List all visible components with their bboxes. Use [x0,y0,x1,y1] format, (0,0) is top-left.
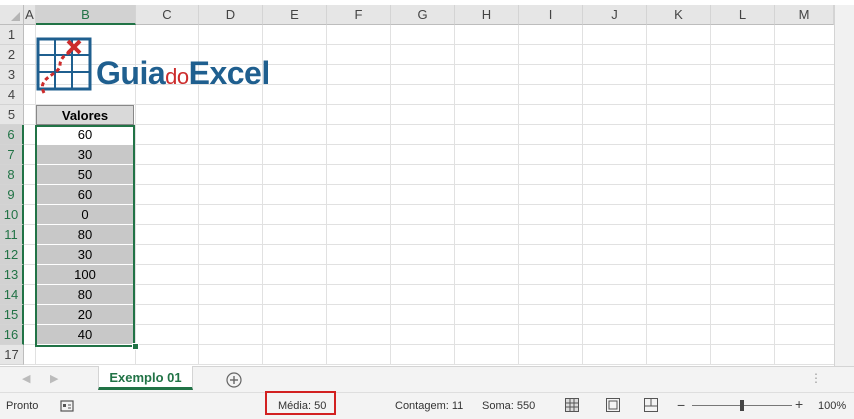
page-break-icon[interactable] [644,398,658,412]
logo-wordmark: GuiadoExcel [96,53,270,97]
status-ready: Pronto [6,400,39,412]
status-count[interactable]: Contagem: 11 [395,393,463,419]
add-sheet-icon[interactable] [226,372,242,388]
table-header-valores[interactable]: Valores [36,105,134,125]
gridline-horizontal [24,244,834,245]
zoom-out-icon[interactable]: − [677,397,685,413]
column-header-j[interactable]: J [583,5,647,25]
column-header-c[interactable]: C [136,5,199,25]
tab-options-icon[interactable]: ⋮ [810,371,822,385]
row-header-9[interactable]: 9 [0,185,24,205]
logo-icon [36,37,92,94]
zoom-slider-thumb[interactable] [740,400,744,411]
gridline-horizontal [24,144,834,145]
row-header-2[interactable]: 2 [0,45,24,65]
column-header-g[interactable]: G [391,5,455,25]
column-header-i[interactable]: I [519,5,583,25]
gridline-vertical [646,25,647,365]
gridline-horizontal [24,104,834,105]
row-header-12[interactable]: 12 [0,245,24,265]
gridline-vertical [390,25,391,365]
fill-handle[interactable] [132,343,139,350]
tab-scroll-right-icon[interactable]: ▶ [50,372,58,385]
column-header-h[interactable]: H [455,5,519,25]
page-layout-icon[interactable] [606,398,620,412]
gridline-horizontal [24,184,834,185]
column-header-k[interactable]: K [647,5,711,25]
gridline-vertical [582,25,583,365]
gridline-horizontal [24,204,834,205]
row-header-8[interactable]: 8 [0,165,24,185]
logo-text-excel: Excel [188,55,271,91]
status-bar: Pronto Média: 50 Contagem: 11 Soma: 550 … [0,392,854,419]
gridline-horizontal [24,164,834,165]
row-header-13[interactable]: 13 [0,265,24,285]
select-all-triangle [11,12,20,21]
column-header-b[interactable]: B [36,5,136,25]
macro-record-icon[interactable] [60,399,74,413]
gridline-horizontal [24,364,834,365]
gridline-vertical [326,25,327,365]
tab-scroll-left-icon[interactable]: ◀ [22,372,30,385]
gridline-horizontal [24,284,834,285]
selection-border [35,125,135,347]
zoom-in-icon[interactable]: + [795,396,803,412]
row-header-14[interactable]: 14 [0,285,24,305]
row-header-6[interactable]: 6 [0,125,24,145]
average-highlight-box [265,391,336,415]
row-header-17[interactable]: 17 [0,345,24,365]
gridline-vertical [774,25,775,365]
row-header-16[interactable]: 16 [0,325,24,345]
worksheet-grid[interactable]: ABCDEFGHIJKLM 1 2 3 4 5 6 7 8 9 10 11 12 13 14 15 16 17 … [0,0,854,366]
vertical-scrollbar[interactable] [834,5,854,366]
gridline-horizontal [24,324,834,325]
select-all-corner[interactable] [0,5,24,25]
gridline-vertical [518,25,519,365]
row-header-11[interactable]: 11 [0,225,24,245]
row-header-7[interactable]: 7 [0,145,24,165]
logo-text-do: do [165,64,189,89]
row-header-3[interactable]: 3 [0,65,24,85]
gridline-horizontal [24,124,834,125]
gridline-horizontal [24,304,834,305]
status-sum[interactable]: Soma: 550 [482,393,535,419]
row-header-15[interactable]: 15 [0,305,24,325]
column-header-m[interactable]: M [775,5,834,25]
gridline-horizontal [24,224,834,225]
column-header-f[interactable]: F [327,5,391,25]
row-header-1[interactable]: 1 [0,25,24,45]
normal-view-icon[interactable] [565,398,579,412]
logo-text-guia: Guia [96,55,166,91]
column-header-a[interactable]: A [24,5,36,25]
gridline-horizontal [24,344,834,345]
row-header-10[interactable]: 10 [0,205,24,225]
column-header-l[interactable]: L [711,5,775,25]
row-header-4[interactable]: 4 [0,85,24,105]
sheet-tab-exemplo-01[interactable]: Exemplo 01 [98,366,193,390]
column-header-d[interactable]: D [199,5,263,25]
row-header-5[interactable]: 5 [0,105,24,125]
zoom-level[interactable]: 100% [818,393,846,419]
gridline-vertical [454,25,455,365]
column-header-e[interactable]: E [263,5,327,25]
gridline-vertical [710,25,711,365]
guia-do-excel-logo: GuiadoExcel [36,35,298,95]
gridline-horizontal [24,264,834,265]
